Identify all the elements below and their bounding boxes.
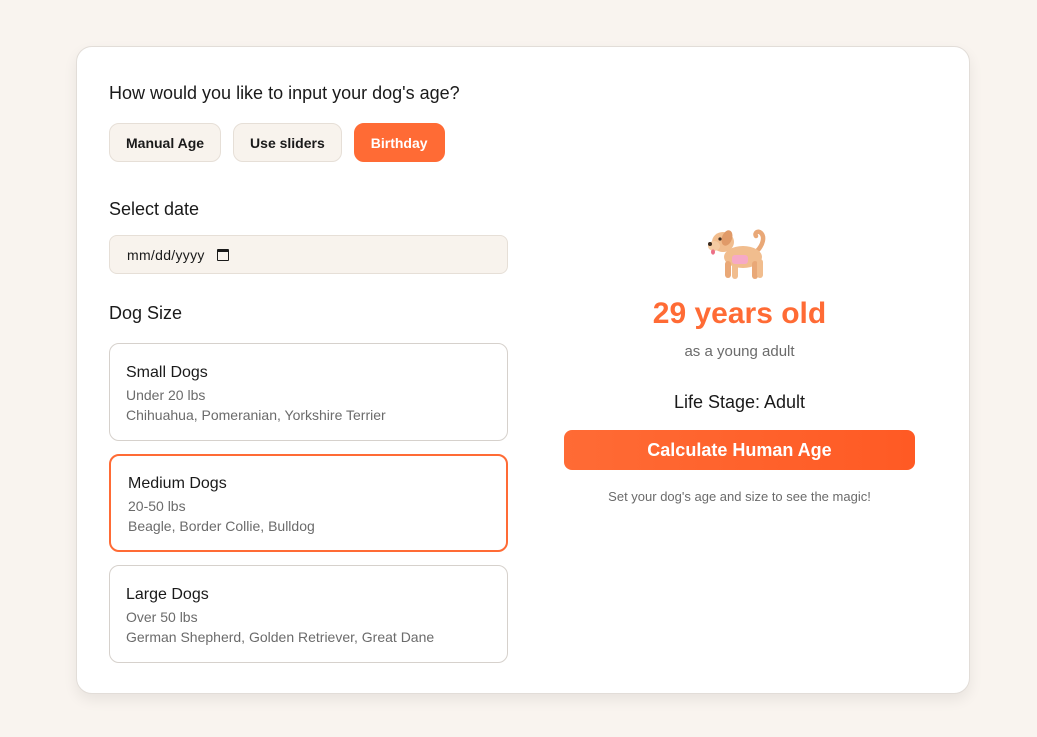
dog-size-title: Dog Size bbox=[109, 303, 183, 323]
select-date-title: Select date bbox=[109, 199, 200, 219]
age-description: as a young adult bbox=[684, 343, 795, 360]
birthday-date-input[interactable]: mm/dd/yyyy bbox=[109, 235, 508, 274]
size-breeds: German Shepherd, Golden Retriever, Great… bbox=[126, 629, 435, 645]
size-option-medium[interactable]: Medium Dogs 20-50 lbs Beagle, Border Col… bbox=[109, 454, 508, 552]
input-mode-tabs: Manual Age Use sliders Birthday bbox=[109, 123, 445, 162]
hint-text: Set your dog's age and size to see the m… bbox=[608, 489, 871, 504]
size-name: Large Dogs bbox=[126, 586, 209, 603]
human-age-result: 29 years old bbox=[652, 297, 827, 330]
size-option-large[interactable]: Large Dogs Over 50 lbs German Shepherd, … bbox=[109, 565, 508, 663]
date-placeholder: mm/dd/yyyy bbox=[127, 246, 205, 263]
size-weight: Over 50 lbs bbox=[126, 609, 198, 625]
life-stage-label: Life Stage: Adult bbox=[673, 392, 806, 412]
manual-age-button[interactable]: Manual Age bbox=[109, 123, 222, 162]
calculator-card: How would you like to input your dog's a… bbox=[76, 46, 970, 694]
size-option-small[interactable]: Small Dogs Under 20 lbs Chihuahua, Pomer… bbox=[109, 343, 508, 441]
dog-icon bbox=[708, 229, 766, 279]
use-sliders-button[interactable]: Use sliders bbox=[233, 123, 342, 162]
size-breeds: Beagle, Border Collie, Bulldog bbox=[128, 518, 315, 534]
size-name: Small Dogs bbox=[126, 364, 208, 381]
size-weight: Under 20 lbs bbox=[126, 387, 206, 403]
size-weight: 20-50 lbs bbox=[128, 498, 186, 514]
input-method-question: How would you like to input your dog's a… bbox=[109, 83, 460, 103]
size-name: Medium Dogs bbox=[128, 475, 227, 492]
size-breeds: Chihuahua, Pomeranian, Yorkshire Terrier bbox=[126, 407, 386, 423]
calendar-icon[interactable] bbox=[216, 248, 229, 261]
calculate-human-age-button[interactable]: Calculate Human Age bbox=[564, 430, 915, 470]
birthday-button[interactable]: Birthday bbox=[353, 123, 445, 162]
